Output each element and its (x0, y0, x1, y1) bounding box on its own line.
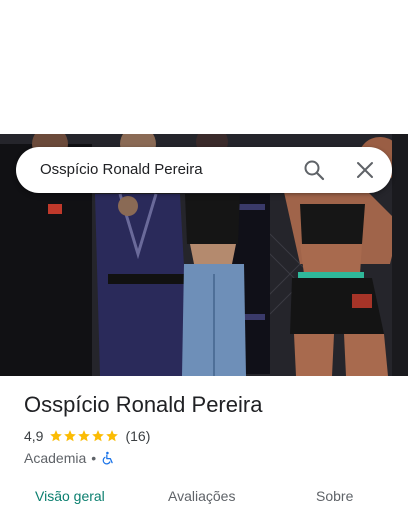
place-title: Osspício Ronald Pereira (24, 392, 263, 417)
category-row: Academia • (24, 449, 115, 467)
place-tabs: Visão geral Avaliações Sobre (0, 476, 408, 510)
rating-value: 4,9 (24, 428, 44, 444)
accessible-icon (102, 451, 113, 465)
search-bar[interactable]: Osspício Ronald Pereira (16, 147, 392, 193)
star-icon (50, 430, 63, 442)
tab-reviews[interactable]: Avaliações (168, 488, 235, 504)
search-input[interactable]: Osspício Ronald Pereira (40, 161, 203, 178)
map-area (0, 0, 408, 134)
tab-about[interactable]: Sobre (316, 488, 353, 504)
reviews-count[interactable]: (16) (125, 428, 150, 444)
tab-overview[interactable]: Visão geral (35, 488, 105, 504)
separator: • (91, 450, 97, 466)
star-rating (49, 429, 119, 443)
star-icon (78, 430, 91, 442)
star-icon (106, 430, 119, 442)
star-icon (92, 430, 105, 442)
place-category: Academia (24, 450, 87, 466)
close-icon[interactable] (353, 158, 377, 182)
star-icon (64, 430, 77, 442)
search-icon[interactable] (302, 158, 326, 182)
rating-row[interactable]: 4,9 (16) (24, 427, 150, 445)
